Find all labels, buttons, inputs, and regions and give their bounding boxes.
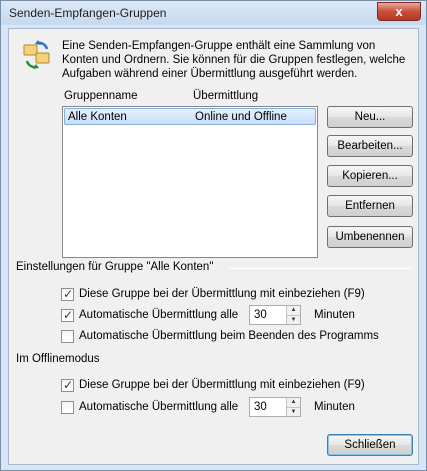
online-interval-stepper[interactable]: 30 ▲ ▼ — [249, 305, 301, 325]
offline-include-label: Diese Gruppe bei der Übermittlung mit ei… — [79, 379, 365, 391]
rename-button[interactable]: Umbenennen — [327, 226, 413, 248]
online-include-label: Diese Gruppe bei der Übermittlung mit ei… — [79, 288, 365, 300]
spin-up-icon[interactable]: ▲ — [286, 398, 300, 407]
column-header-group-name[interactable]: Gruppenname — [64, 90, 138, 102]
spin-down-icon[interactable]: ▼ — [286, 407, 300, 416]
online-on-exit-checkbox[interactable] — [61, 330, 74, 343]
group-name-cell: Alle Konten — [68, 111, 127, 123]
online-include-checkbox[interactable] — [61, 287, 74, 301]
spin-up-icon[interactable]: ▲ — [286, 306, 300, 315]
close-window-button[interactable]: x — [377, 2, 421, 21]
column-header-transfer[interactable]: Übermittlung — [193, 90, 258, 102]
offline-auto-checkbox[interactable] — [61, 401, 74, 414]
remove-button[interactable]: Entfernen — [327, 195, 413, 217]
dialog-window: Senden-Empfangen-Gruppen x Eine Senden-E… — [0, 0, 427, 471]
offline-interval-value[interactable]: 30 — [254, 401, 267, 413]
offline-mode-header: Im Offlinemodus — [16, 353, 100, 365]
new-button[interactable]: Neu... — [327, 106, 413, 128]
copy-button[interactable]: Kopieren... — [327, 165, 413, 187]
group-transfer-cell: Online und Offline — [195, 111, 287, 123]
title-bar[interactable]: Senden-Empfangen-Gruppen x — [1, 1, 426, 25]
offline-interval-unit: Minuten — [314, 401, 355, 413]
close-button[interactable]: Schließen — [327, 434, 413, 456]
online-on-exit-label: Automatische Übermittlung beim Beenden d… — [79, 330, 379, 342]
online-interval-value[interactable]: 30 — [254, 309, 267, 321]
edit-button[interactable]: Bearbeiten... — [327, 135, 413, 157]
offline-include-checkbox[interactable] — [61, 378, 74, 392]
settings-separator — [229, 268, 412, 269]
online-interval-unit: Minuten — [314, 309, 355, 321]
dialog-content: Eine Senden-Empfangen-Gruppe enthält ein… — [8, 28, 419, 465]
send-receive-groups-icon — [23, 40, 50, 69]
online-auto-checkbox[interactable] — [61, 308, 74, 322]
spin-down-icon[interactable]: ▼ — [286, 315, 300, 324]
group-settings-header: Einstellungen für Gruppe "Alle Konten" — [16, 261, 214, 273]
intro-description: Eine Senden-Empfangen-Gruppe enthält ein… — [62, 40, 406, 80]
groups-list[interactable]: Alle Konten Online und Offline — [62, 106, 318, 258]
online-auto-label: Automatische Übermittlung alle — [79, 309, 239, 321]
offline-interval-stepper[interactable]: 30 ▲ ▼ — [249, 397, 301, 417]
list-item[interactable]: Alle Konten Online und Offline — [64, 108, 316, 125]
window-title: Senden-Empfangen-Gruppen — [9, 6, 167, 20]
offline-auto-label: Automatische Übermittlung alle — [79, 401, 239, 413]
